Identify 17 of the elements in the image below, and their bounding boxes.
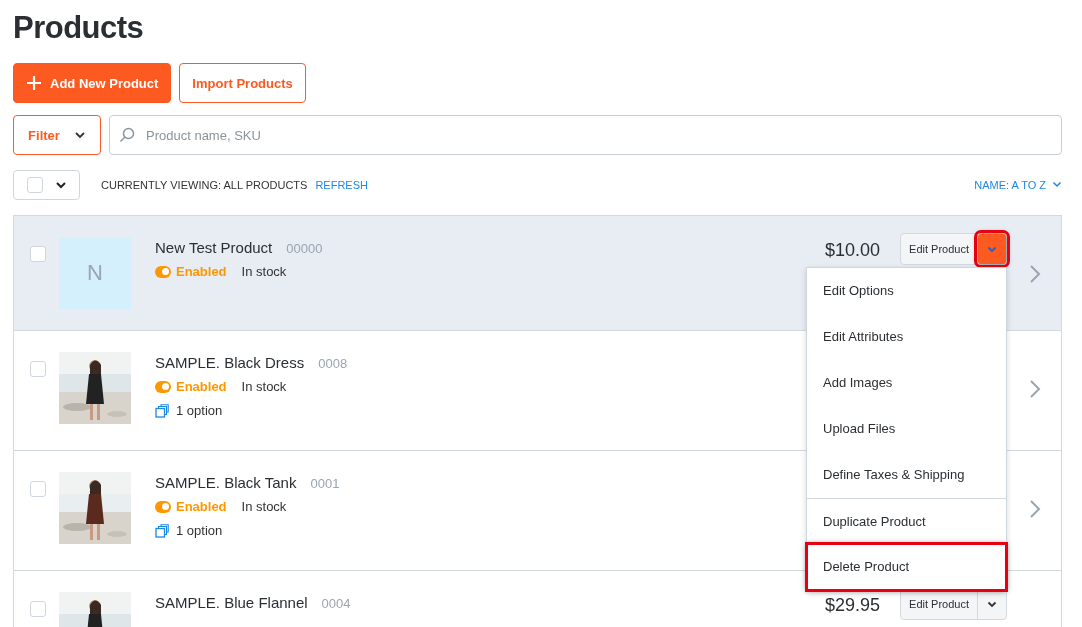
product-sku: 0008 [318, 356, 348, 371]
product-sku: 00000 [286, 241, 323, 256]
product-price: $10.00 [825, 240, 881, 261]
product-sku: 0001 [310, 476, 340, 491]
product-thumbnail: N [59, 237, 131, 309]
viewing-label: CURRENTLY VIEWING: ALL PRODUCTS [101, 178, 308, 191]
status-label: Enabled [176, 264, 227, 279]
product-sku: 0004 [321, 596, 351, 611]
status-label: Enabled [176, 499, 227, 514]
stock-label: In stock [241, 379, 287, 394]
options-count: 1 option [176, 523, 223, 538]
page-title: Products [13, 9, 145, 47]
product-price: $29.95 [825, 595, 881, 616]
status-label: Enabled [176, 379, 227, 394]
options-count: 1 option [176, 403, 223, 418]
stock-label: In stock [241, 264, 287, 279]
stock-label: In stock [241, 499, 287, 514]
